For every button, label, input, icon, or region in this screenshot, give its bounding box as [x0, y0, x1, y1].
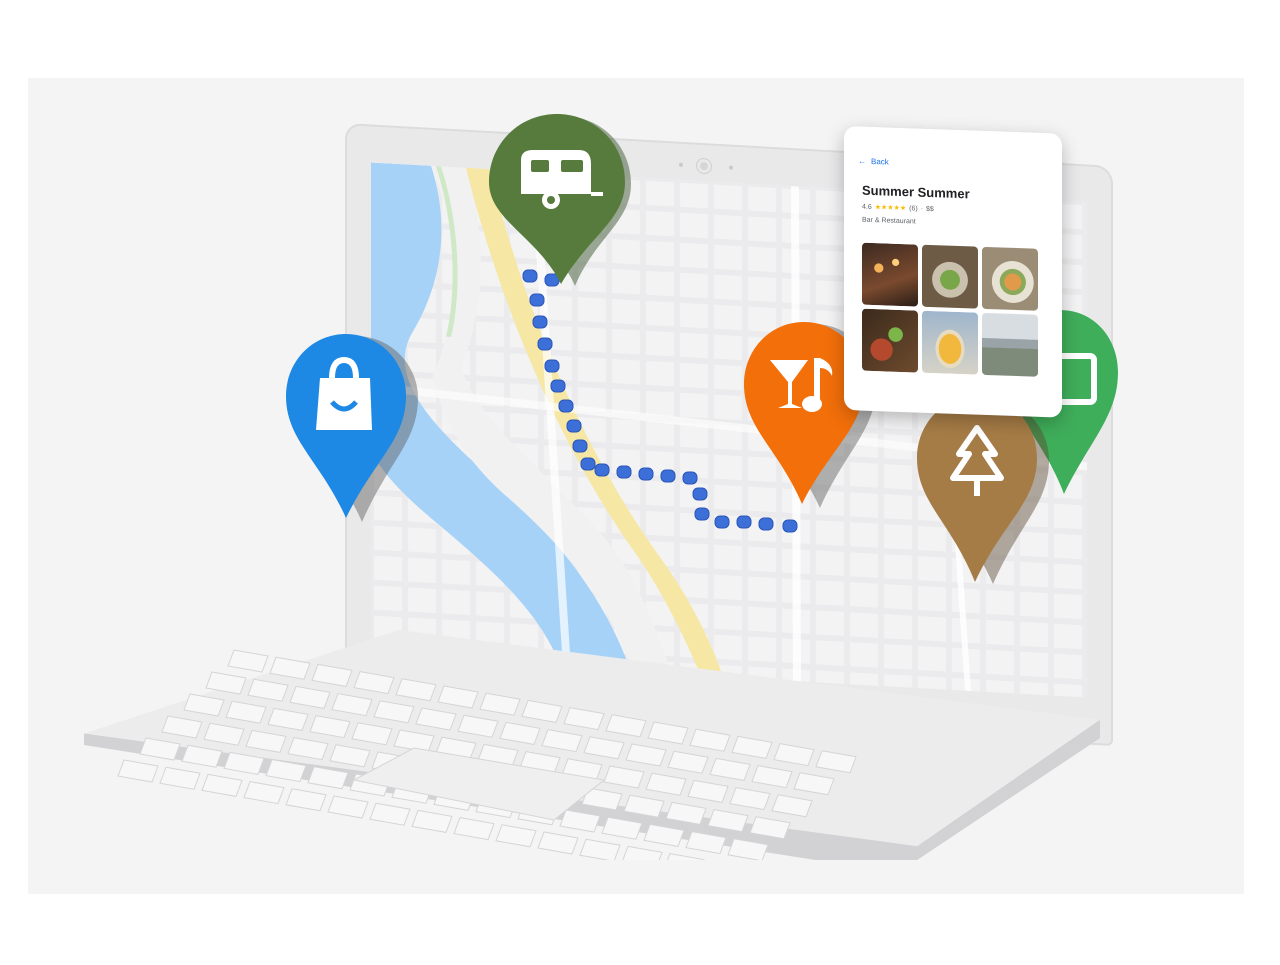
keyboard-key	[181, 744, 223, 768]
keyboard-key	[709, 757, 751, 781]
keyboard-key	[201, 773, 243, 797]
keyboard-key	[521, 699, 563, 723]
keyboard-key	[161, 715, 203, 739]
keyboard-key	[329, 744, 371, 768]
keyboard-key	[751, 765, 793, 789]
keyboard-key	[645, 772, 687, 796]
photo-thumbnail[interactable]	[862, 308, 918, 373]
keyboard-key	[689, 728, 731, 752]
rating-row: 4.6 ★★★★★ (6) · $$	[862, 203, 934, 213]
rating-value: 4.6	[862, 203, 872, 211]
keyboard-key	[225, 700, 267, 724]
keyboard-key	[223, 751, 265, 775]
camper-pin[interactable]	[485, 108, 635, 288]
keyboard-key	[667, 853, 705, 860]
keyboard-key	[665, 801, 707, 825]
keyboard-key	[247, 678, 289, 702]
keyboard-key	[495, 824, 537, 848]
keyboard-key	[267, 707, 309, 731]
keyboard-key	[479, 692, 521, 716]
photo-grid	[862, 242, 1042, 381]
keyboard-key	[647, 721, 689, 745]
keyboard-key	[309, 715, 351, 739]
keyboard-key	[411, 809, 453, 833]
keyboard-key	[205, 671, 247, 695]
keyboard-key	[243, 781, 285, 805]
keyboard-key	[727, 838, 769, 860]
keyboard-key	[353, 671, 395, 695]
keyboard-key	[687, 779, 729, 803]
keyboard-key	[437, 685, 479, 709]
keyboard-key	[369, 802, 411, 826]
photo-thumbnail[interactable]	[922, 244, 978, 309]
keyboard-key	[603, 765, 645, 789]
keyboard-key	[311, 663, 353, 687]
park-pin[interactable]	[915, 392, 1055, 587]
keyboard-key	[541, 729, 583, 753]
photo-thumbnail[interactable]	[862, 242, 918, 307]
keyboard-key	[625, 743, 667, 767]
keyboard-key	[307, 766, 349, 790]
keyboard-key	[537, 831, 579, 855]
keyboard-key	[605, 714, 647, 738]
keyboard-key	[159, 766, 201, 790]
keyboard-key	[285, 788, 327, 812]
keyboard-key	[771, 794, 813, 818]
keyboard-key	[203, 722, 245, 746]
photo-thumbnail[interactable]	[982, 246, 1038, 311]
keyboard-key	[583, 736, 625, 760]
keyboard-key	[579, 838, 621, 860]
keyboard-key	[227, 649, 269, 673]
keyboard-key	[731, 735, 773, 759]
keyboard-key	[563, 707, 605, 731]
keyboard-key	[667, 750, 709, 774]
place-name: Summer Summer	[862, 182, 970, 202]
keyboard-key	[415, 707, 457, 731]
keyboard-key	[773, 743, 815, 767]
photo-thumbnail[interactable]	[922, 310, 978, 375]
keyboard-key	[289, 685, 331, 709]
keyboard-key	[395, 678, 437, 702]
keyboard-key	[453, 817, 495, 841]
keyboard-key	[499, 721, 541, 745]
place-category: Bar & Restaurant	[862, 216, 916, 226]
photo-thumbnail[interactable]	[982, 312, 1038, 377]
keyboard-key	[139, 737, 181, 761]
price-level: $$	[926, 205, 934, 213]
keyboard-key	[457, 714, 499, 738]
keyboard-key	[373, 700, 415, 724]
keyboard-key	[622, 845, 663, 860]
keyboard-key	[559, 809, 601, 833]
keyboard-key	[623, 794, 665, 818]
review-count: (6)	[909, 204, 918, 213]
keyboard-key	[245, 729, 287, 753]
keyboard-key	[269, 656, 311, 680]
keyboard-key	[815, 750, 857, 774]
keyboard	[117, 649, 857, 860]
back-arrow-icon: ←	[858, 156, 866, 166]
keyboard-key	[749, 816, 791, 840]
place-info-card[interactable]: ← Back Summer Summer 4.6 ★★★★★ (6) · $$ …	[844, 126, 1062, 418]
keyboard-key	[287, 737, 329, 761]
keyboard-key	[117, 759, 159, 783]
rating-stars: ★★★★★	[874, 204, 907, 213]
back-button[interactable]: ← Back	[858, 156, 889, 166]
keyboard-key	[331, 693, 373, 717]
webcam	[697, 158, 711, 174]
keyboard-key	[265, 759, 307, 783]
keyboard-key	[183, 693, 225, 717]
keyboard-key	[327, 795, 369, 819]
keyboard-key	[707, 809, 749, 833]
keyboard-key	[685, 831, 727, 855]
keyboard-key	[351, 722, 393, 746]
keyboard-key	[643, 823, 685, 847]
keyboard-key	[601, 816, 643, 840]
keyboard-key	[729, 787, 771, 811]
shopping-pin[interactable]	[284, 330, 424, 525]
keyboard-key	[793, 772, 835, 796]
